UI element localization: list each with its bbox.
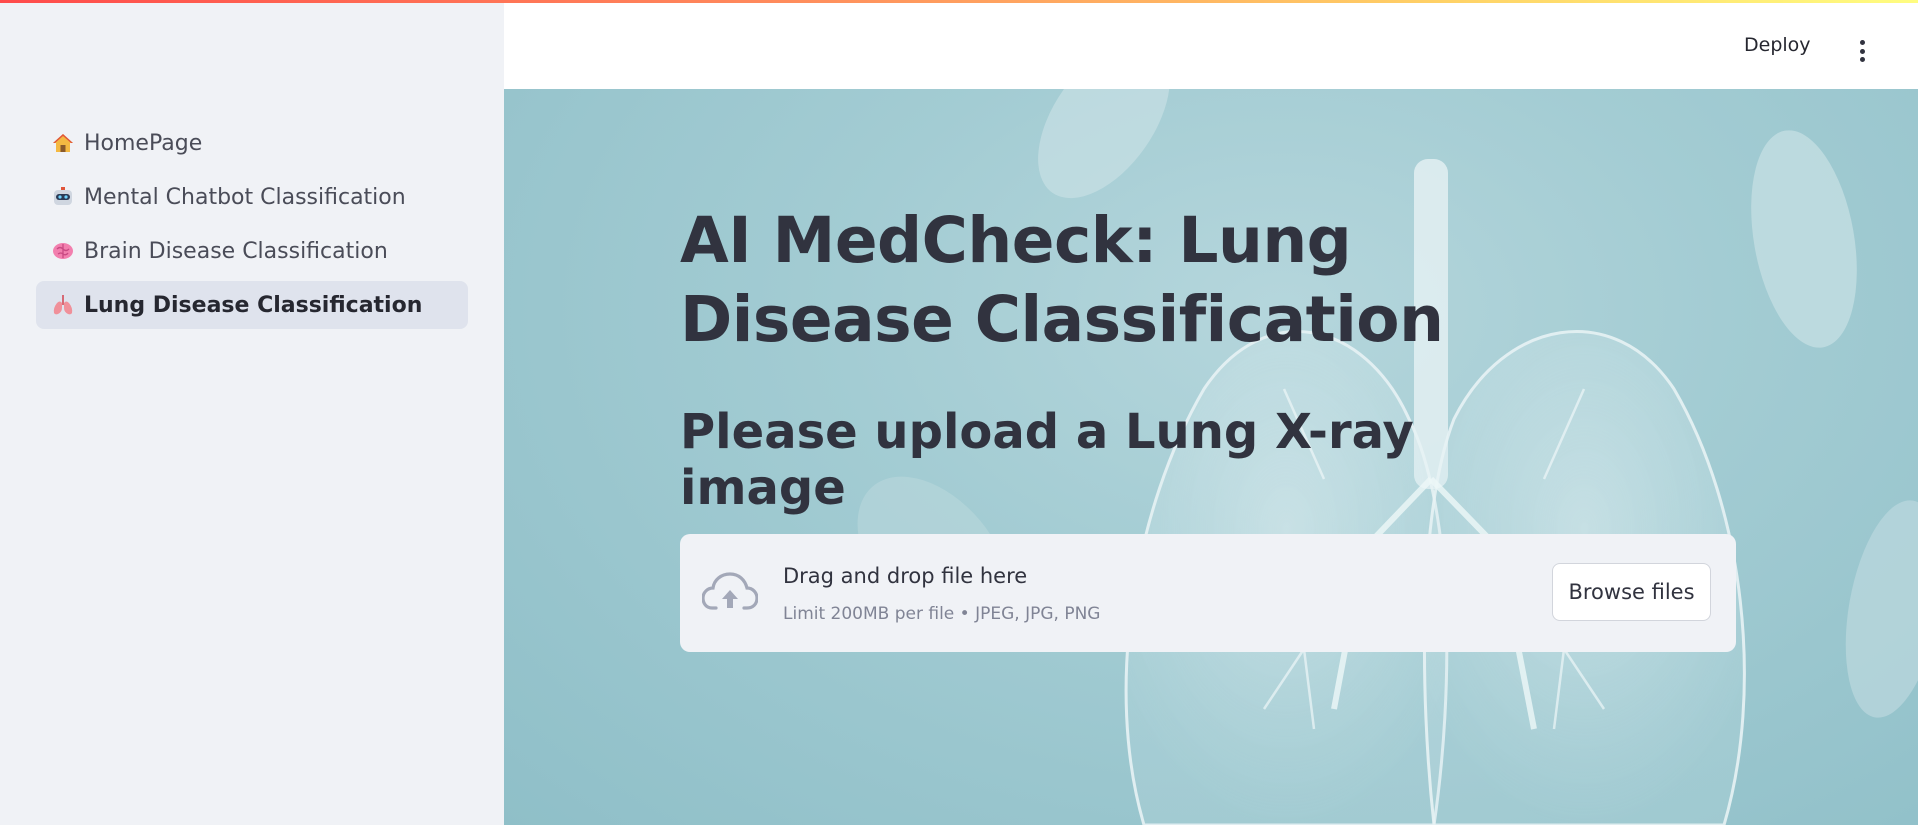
cloud-upload-icon (702, 572, 758, 610)
sidebar-item-label: Brain Disease Classification (84, 238, 388, 264)
dropzone-instruction: Drag and drop file here (783, 564, 1028, 588)
deploy-button[interactable]: Deploy (1744, 34, 1811, 56)
page-title: AI MedCheck: Lung Disease Classification (680, 204, 1444, 356)
app-header (504, 3, 1918, 89)
sidebar: HomePage Mental Chatbot Classification B… (0, 0, 504, 825)
sidebar-item-label: Mental Chatbot Classification (84, 184, 406, 210)
sidebar-item-label: Lung Disease Classification (84, 292, 423, 318)
lungs-icon (50, 292, 76, 318)
house-icon (50, 130, 76, 156)
file-uploader-dropzone[interactable]: Drag and drop file here Limit 200MB per … (680, 534, 1736, 652)
sidebar-item-label: HomePage (84, 130, 203, 156)
top-accent-bar (0, 0, 1918, 3)
more-vertical-icon[interactable] (1854, 37, 1870, 65)
upload-prompt-heading: Please upload a Lung X-ray image (680, 404, 1414, 516)
brain-icon (50, 238, 76, 264)
sidebar-item-lung-disease[interactable]: Lung Disease Classification (36, 281, 468, 329)
sidebar-item-homepage[interactable]: HomePage (36, 119, 468, 167)
sidebar-nav: HomePage Mental Chatbot Classification B… (36, 119, 468, 335)
browse-files-button[interactable]: Browse files (1552, 563, 1711, 621)
robot-icon (50, 184, 76, 210)
sidebar-item-mental-chatbot[interactable]: Mental Chatbot Classification (36, 173, 468, 221)
file-limit-note: Limit 200MB per file • JPEG, JPG, PNG (783, 604, 1101, 624)
sidebar-item-brain-disease[interactable]: Brain Disease Classification (36, 227, 468, 275)
main-content: AI MedCheck: Lung Disease Classification… (504, 89, 1918, 825)
